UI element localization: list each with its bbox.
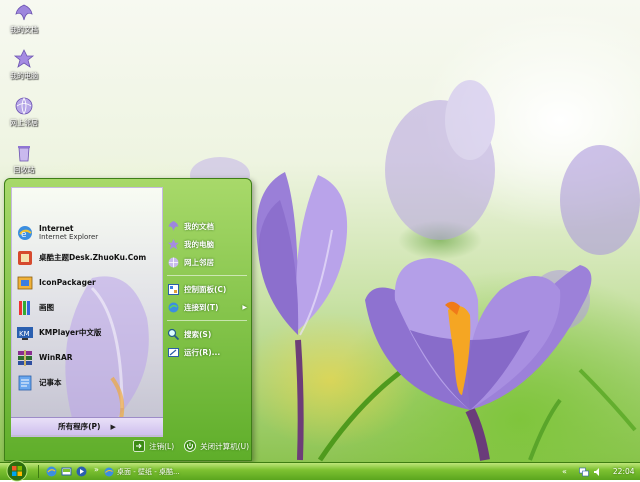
menu-divider [167, 320, 247, 321]
kmplayer-icon: KM [17, 326, 33, 340]
network-places-icon [168, 257, 179, 267]
network-status-icon[interactable] [579, 467, 589, 477]
desktop-icon-label: 我的文档 [10, 26, 38, 34]
logoff-icon [133, 440, 146, 452]
internet-explorer-icon [104, 467, 114, 476]
program-name: IconPackager [39, 278, 96, 287]
program-iconpackager[interactable]: IconPackager [16, 270, 161, 295]
my-computer-icon [13, 49, 35, 68]
zhuoku-theme-icon [18, 250, 32, 265]
system-tray: « 22:04 [562, 463, 640, 480]
desktop-icon-my-documents[interactable]: 我的文档 [0, 2, 48, 35]
svg-text:KM: KM [19, 330, 30, 338]
recycle-bin-icon [18, 146, 30, 162]
iconpackager-icon [17, 276, 33, 289]
quicklaunch-overflow-icon[interactable]: » [94, 465, 99, 474]
taskbar-divider [38, 465, 39, 478]
quicklaunch-ie-icon[interactable] [46, 466, 57, 477]
places-item-my-documents[interactable]: 我的文档 [167, 217, 249, 235]
taskbar-window-button[interactable]: 桌面 - 壁纸 - 桌酷... [104, 465, 196, 478]
program-name: WinRAR [39, 353, 73, 362]
desktop-icon-my-computer[interactable]: 我的电脑 [0, 48, 48, 81]
quicklaunch-show-desktop-icon[interactable] [61, 466, 72, 477]
places-item-connect-to[interactable]: 连接到(T) ▶ [167, 298, 249, 316]
program-notepad[interactable]: 记事本 [16, 370, 161, 395]
arrow-right-icon: ▶ [110, 422, 116, 431]
my-documents-icon [15, 4, 33, 21]
program-name: Internet [39, 223, 74, 233]
desktop-icon-label: 回收站 [13, 166, 35, 174]
my-documents-icon [168, 220, 179, 231]
desktop-icon-label: 我的电脑 [10, 72, 38, 80]
program-paint[interactable]: 画图 [16, 295, 161, 320]
places-item-label: 连接到(T) [184, 302, 219, 312]
program-winrar[interactable]: WinRAR [16, 345, 161, 370]
places-item-label: 运行(R)... [184, 347, 221, 357]
program-internet-explorer[interactable]: e Internet Internet Explorer [16, 220, 161, 245]
places-item-label: 我的电脑 [184, 239, 214, 249]
program-name: KMPlayer中文版 [39, 328, 102, 337]
quicklaunch-media-icon[interactable] [76, 466, 87, 477]
svg-text:e: e [21, 230, 27, 240]
all-programs-button[interactable]: 所有程序(P) ▶ [11, 417, 163, 435]
places-item-network-places[interactable]: 网上邻居 [167, 253, 249, 271]
places-item-my-computer[interactable]: 我的电脑 [167, 235, 249, 253]
places-item-label: 网上邻居 [184, 257, 214, 267]
chevron-right-icon: ▶ [242, 303, 247, 311]
desktop-icon-recycle-bin[interactable]: 回收站 [0, 142, 48, 175]
notepad-icon [18, 375, 32, 390]
my-computer-icon [168, 238, 179, 249]
volume-icon[interactable] [593, 467, 603, 477]
program-name: 画图 [39, 303, 54, 312]
program-zhuoku-theme[interactable]: 桌酷主题Desk.ZhuoKu.Com [16, 245, 161, 270]
shutdown-button[interactable]: 关闭计算机(U) [184, 440, 249, 452]
shutdown-label: 关闭计算机(U) [200, 441, 249, 451]
start-menu: e Internet Internet Explorer 桌酷主题Desk.Zh… [4, 178, 252, 461]
tray-expand-icon[interactable]: « [562, 467, 567, 476]
all-programs-label: 所有程序(P) [58, 422, 101, 431]
places-item-label: 我的文档 [184, 221, 214, 231]
pinned-program-list: e Internet Internet Explorer 桌酷主题Desk.Zh… [16, 212, 161, 395]
winrar-icon [18, 349, 32, 366]
taskbar: » 桌面 - 壁纸 - 桌酷... « 22:04 [0, 460, 640, 482]
internet-explorer-icon: e [18, 225, 32, 240]
places-item-label: 控制面板(C) [184, 284, 227, 294]
desktop-icon-label: 网上邻居 [10, 119, 38, 127]
power-icon [184, 440, 197, 452]
menu-divider [167, 275, 247, 276]
desktop-icon-network-places[interactable]: 网上邻居 [0, 95, 48, 128]
start-menu-footer: 注销(L) 关闭计算机(U) [125, 435, 249, 457]
network-places-icon [15, 97, 33, 115]
taskbar-window-label: 桌面 - 壁纸 - 桌酷... [117, 467, 180, 476]
start-button[interactable] [6, 460, 28, 482]
places-item-run[interactable]: 运行(R)... [167, 343, 249, 361]
search-icon [167, 328, 180, 340]
paint-icon [19, 300, 30, 315]
program-subtitle: Internet Explorer [39, 232, 99, 241]
control-panel-icon [168, 283, 179, 295]
places-item-control-panel[interactable]: 控制面板(C) [167, 280, 249, 298]
logoff-label: 注销(L) [149, 441, 175, 451]
program-name: 记事本 [39, 378, 62, 387]
places-item-label: 搜索(S) [184, 329, 212, 339]
start-menu-places-pane: 我的文档 我的电脑 网上邻居 控制面板(C) 连接到(T) ▶ 搜索(S) 运行… [167, 187, 249, 427]
program-kmplayer[interactable]: KM KMPlayer中文版 [16, 320, 161, 345]
start-menu-programs-pane: e Internet Internet Explorer 桌酷主题Desk.Zh… [11, 187, 163, 437]
taskbar-clock[interactable]: 22:04 [613, 467, 635, 476]
run-icon [168, 347, 179, 357]
logoff-button[interactable]: 注销(L) [133, 440, 174, 452]
places-item-search[interactable]: 搜索(S) [167, 325, 249, 343]
connect-to-icon [168, 302, 179, 312]
program-name: 桌酷主题Desk.ZhuoKu.Com [39, 253, 147, 262]
